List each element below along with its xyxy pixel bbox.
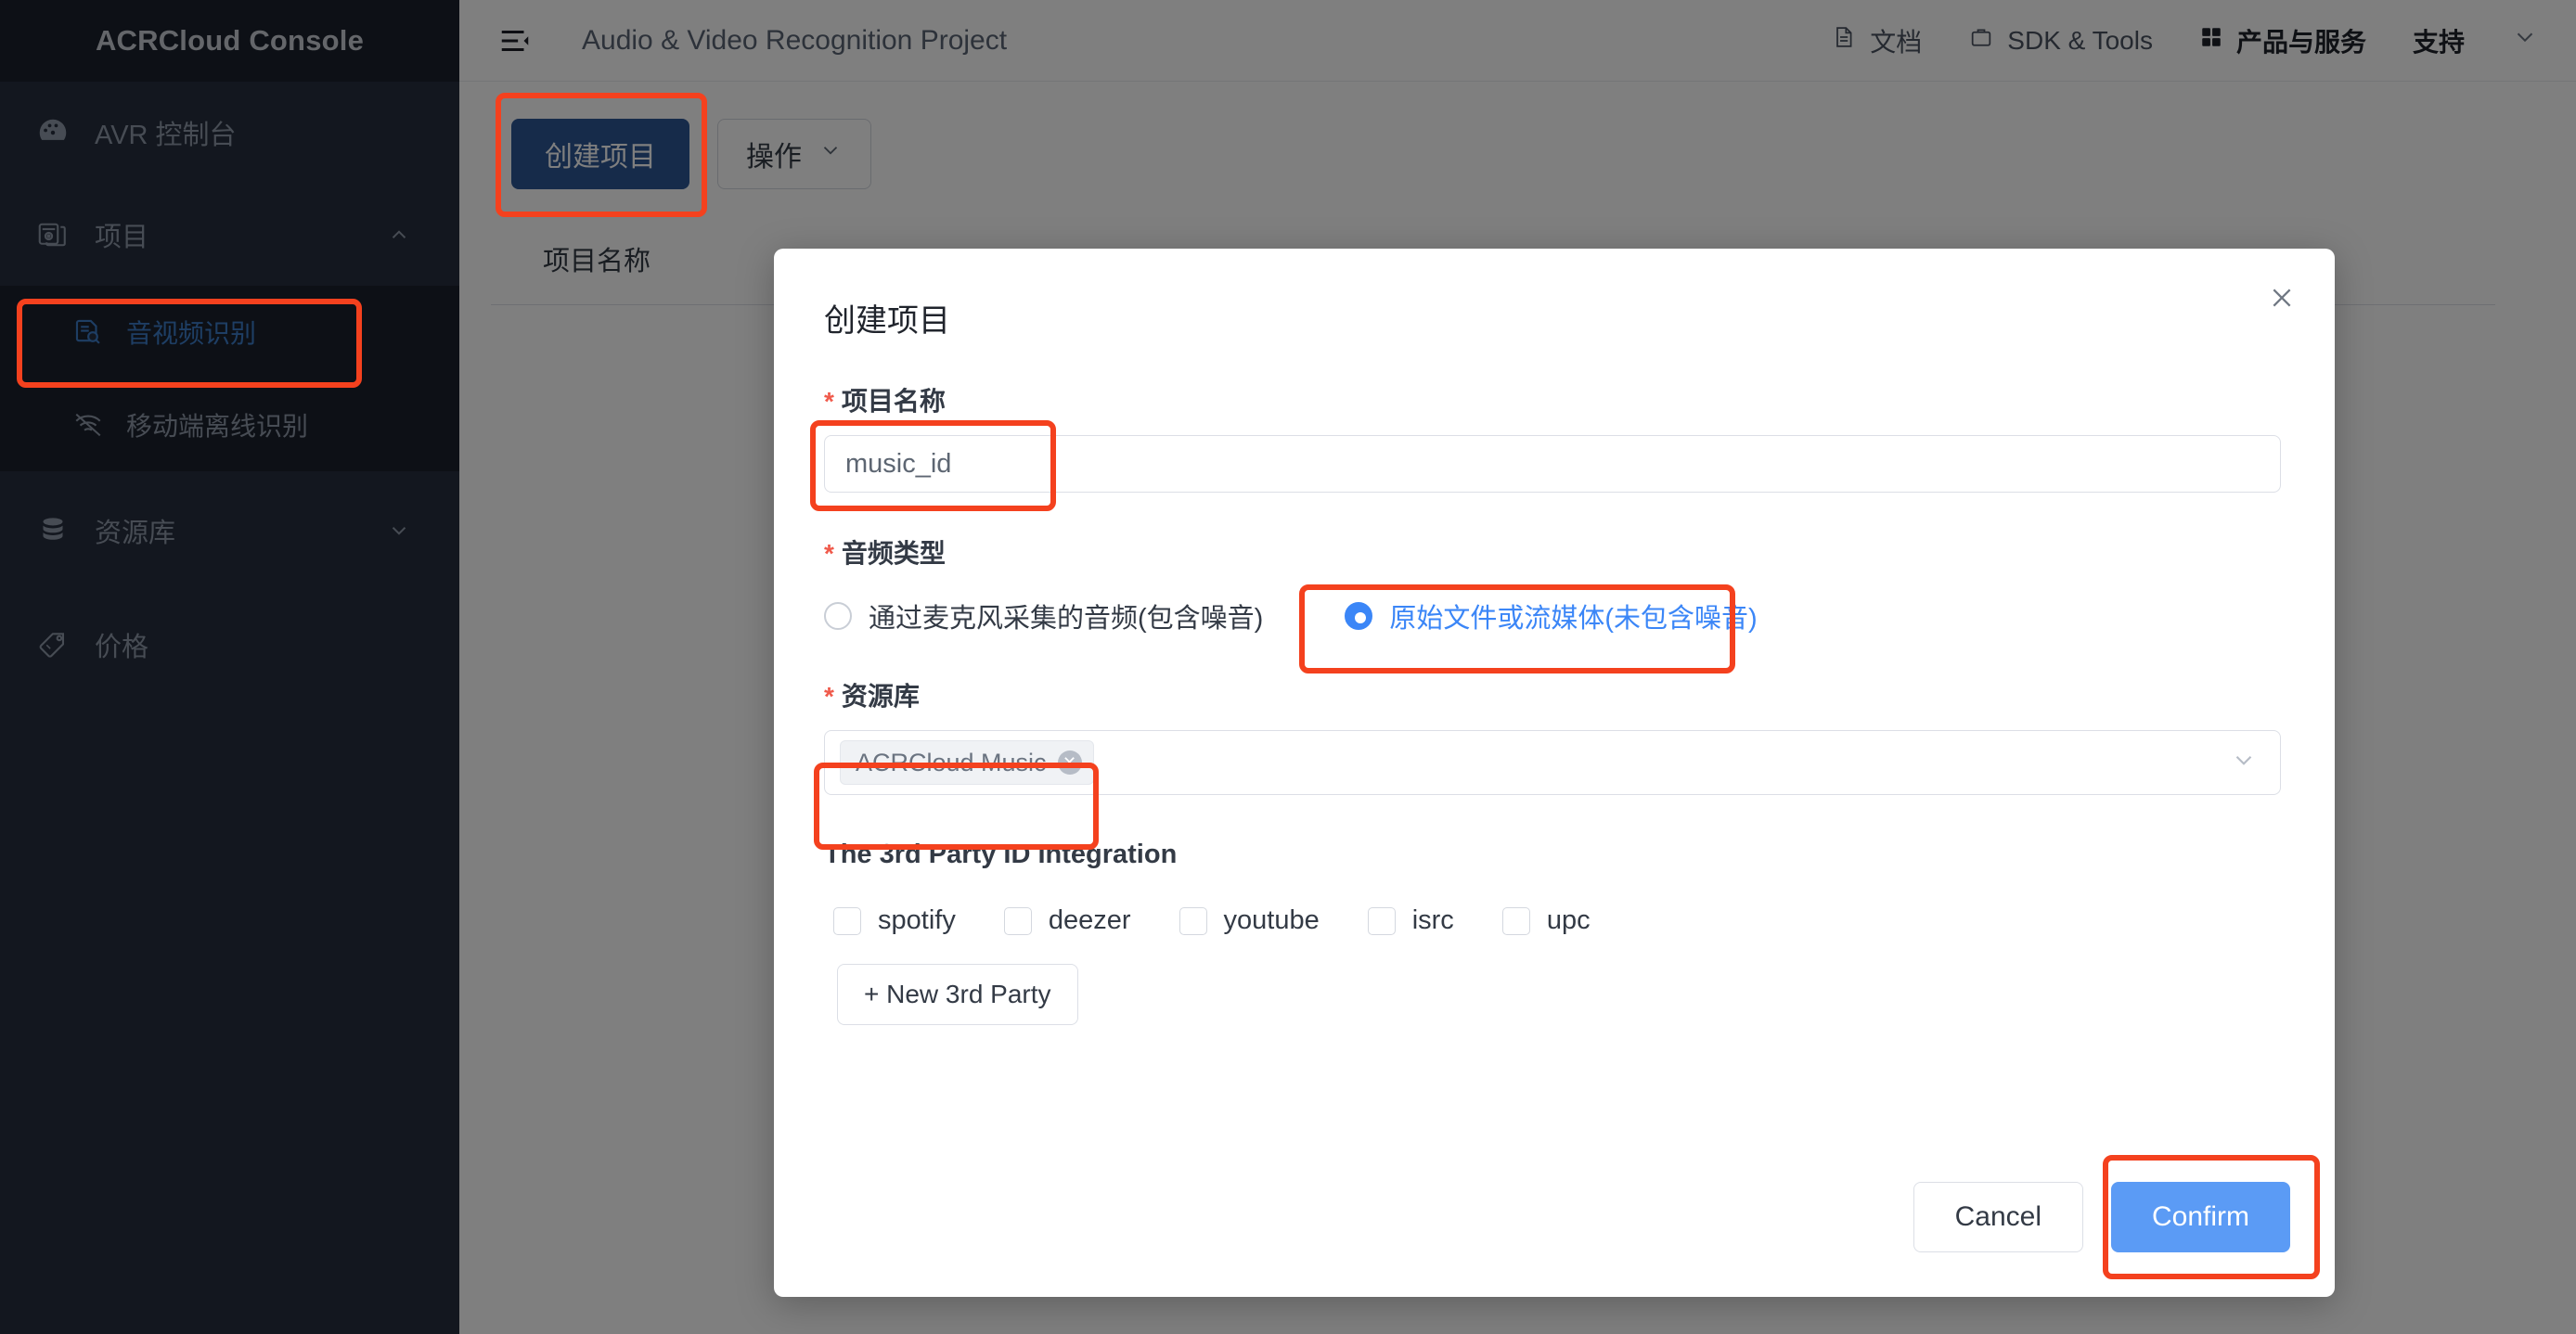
- third-party-section-title: The 3rd Party ID Integration: [824, 840, 1178, 869]
- audio-type-label-text: 音频类型: [841, 539, 946, 568]
- dialog-footer: Cancel Confirm: [1913, 1182, 2290, 1252]
- audio-type-field: * 音频类型 通过麦克风采集的音频(包含噪音) 原始文件或流媒体(未包含噪音): [824, 533, 2285, 635]
- project-name-label: * 项目名称: [824, 381, 2285, 418]
- radio-label: 原始文件或流媒体(未包含噪音): [1389, 604, 1758, 634]
- confirm-button[interactable]: Confirm: [2110, 1182, 2290, 1252]
- tag-label: ACRCloud Music: [856, 748, 1047, 776]
- third-party-checkbox-group: spotify deezer youtube isrc upc: [824, 905, 2285, 936]
- radio-dot-icon: [1345, 602, 1373, 630]
- checkbox-label: spotify: [878, 905, 956, 935]
- required-marker: *: [824, 387, 834, 416]
- project-name-input[interactable]: [824, 435, 2281, 493]
- checkbox-label: deezer: [1048, 905, 1131, 935]
- checkbox-box-icon: [1179, 906, 1207, 935]
- create-project-dialog: 创建项目 *项目名称 *音频类型 通过麦克风采集的音频(包含噪音): [774, 249, 2335, 1297]
- checkbox-label: youtube: [1223, 905, 1320, 935]
- required-marker: *: [824, 539, 834, 568]
- app-root: ACRCloud Console AVR 控制台 项目: [0, 0, 2576, 1334]
- checkbox-box-icon: [1003, 906, 1032, 935]
- checkbox-spotify[interactable]: spotify: [833, 905, 956, 936]
- audio-type-label: * 音频类型: [824, 533, 2285, 571]
- chevron-down-icon: [2230, 747, 2258, 779]
- project-name-label-text: 项目名称: [841, 387, 946, 416]
- resource-library-field: * 资源库 ACRCloud Music ✕: [824, 676, 2285, 795]
- dialog-title: 创建项目: [824, 303, 950, 339]
- checkbox-label: isrc: [1411, 905, 1454, 935]
- resource-library-select[interactable]: ACRCloud Music ✕: [824, 730, 2281, 795]
- radio-dot-icon: [824, 602, 852, 630]
- cancel-button[interactable]: Cancel: [1913, 1182, 2083, 1252]
- radio-label: 通过麦克风采集的音频(包含噪音): [869, 604, 1264, 634]
- checkbox-label: upc: [1546, 905, 1591, 935]
- audio-type-radio-group: 通过麦克风采集的音频(包含噪音) 原始文件或流媒体(未包含噪音): [824, 596, 2285, 635]
- checkbox-box-icon: [1367, 906, 1396, 935]
- dialog-body: *项目名称 *音频类型 通过麦克风采集的音频(包含噪音) 原始文件或流媒体(未包: [774, 381, 2335, 1025]
- tag-remove-icon[interactable]: ✕: [1057, 750, 1082, 775]
- audio-type-original-file-radio[interactable]: 原始文件或流媒体(未包含噪音): [1345, 596, 1758, 635]
- resource-library-label-text: 资源库: [841, 682, 920, 711]
- audio-type-microphone-radio[interactable]: 通过麦克风采集的音频(包含噪音): [824, 596, 1263, 635]
- new-third-party-button[interactable]: + New 3rd Party: [837, 964, 1078, 1025]
- required-marker: *: [824, 682, 834, 711]
- checkbox-youtube[interactable]: youtube: [1179, 905, 1320, 936]
- checkbox-box-icon: [833, 906, 861, 935]
- checkbox-deezer[interactable]: deezer: [1003, 905, 1131, 936]
- project-name-field: * 项目名称: [824, 381, 2285, 493]
- checkbox-upc[interactable]: upc: [1501, 905, 1591, 936]
- resource-library-label: * 资源库: [824, 676, 2285, 713]
- checkbox-isrc[interactable]: isrc: [1367, 905, 1454, 936]
- close-icon[interactable]: [2257, 273, 2307, 323]
- resource-library-tag[interactable]: ACRCloud Music ✕: [840, 740, 1094, 785]
- checkbox-box-icon: [1501, 906, 1530, 935]
